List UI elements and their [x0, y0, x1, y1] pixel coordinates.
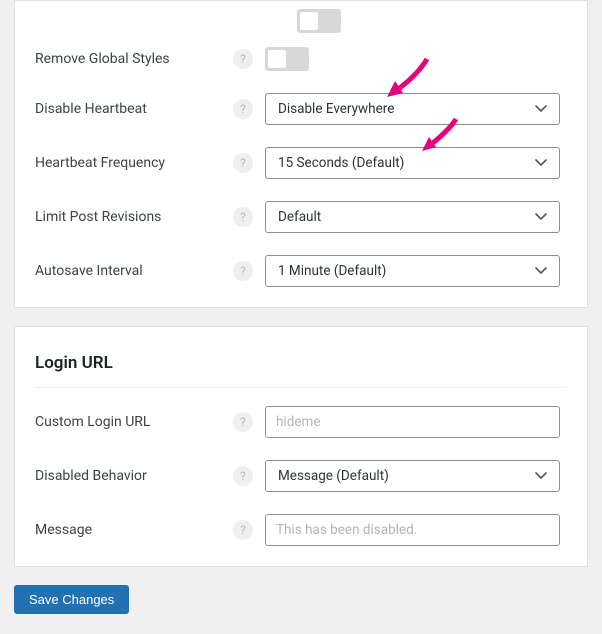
label-heartbeat-frequency: Heartbeat Frequency	[35, 155, 233, 171]
label-disabled-behavior: Disabled Behavior	[35, 468, 233, 484]
chevron-down-icon	[535, 469, 547, 483]
select-value: Disable Everywhere	[278, 101, 394, 117]
input-custom-login-url[interactable]	[265, 406, 560, 438]
help-icon[interactable]: ?	[233, 520, 253, 540]
toggle-knob	[268, 50, 286, 68]
row-disabled-behavior: Disabled Behavior ? Message (Default)	[35, 460, 567, 492]
toggle-knob	[300, 12, 318, 30]
label-message: Message	[35, 522, 233, 538]
label-custom-login-url: Custom Login URL	[35, 414, 233, 430]
section-title-login-url: Login URL	[35, 341, 567, 388]
help-icon[interactable]: ?	[233, 207, 253, 227]
help-icon[interactable]: ?	[233, 153, 253, 173]
settings-panel-general: ? Remove Global Styles ? Disable Heartbe…	[14, 0, 588, 308]
select-heartbeat-frequency[interactable]: 15 Seconds (Default)	[265, 147, 560, 179]
row-custom-login-url: Custom Login URL ?	[35, 406, 567, 438]
select-value: Default	[278, 209, 321, 225]
help-icon[interactable]: ?	[233, 261, 253, 281]
row-remove-global-styles: Remove Global Styles ?	[35, 47, 567, 71]
row-disable-heartbeat: Disable Heartbeat ? Disable Everywhere	[35, 93, 567, 125]
row-autosave-interval: Autosave Interval ? 1 Minute (Default)	[35, 255, 567, 287]
select-value: Message (Default)	[278, 468, 389, 484]
save-button[interactable]: Save Changes	[14, 585, 129, 614]
row-message: Message ?	[35, 514, 567, 546]
toggle-remove-global-styles[interactable]	[265, 47, 309, 71]
help-icon[interactable]: ?	[233, 49, 253, 69]
chevron-down-icon	[535, 102, 547, 116]
row-heartbeat-frequency: Heartbeat Frequency ? 15 Seconds (Defaul…	[35, 147, 567, 179]
chevron-down-icon	[535, 210, 547, 224]
label-autosave-interval: Autosave Interval	[35, 263, 233, 279]
select-autosave-interval[interactable]: 1 Minute (Default)	[265, 255, 560, 287]
row-limit-post-revisions: Limit Post Revisions ? Default	[35, 201, 567, 233]
settings-panel-login-url: Login URL Custom Login URL ? Disabled Be…	[14, 326, 588, 567]
help-icon[interactable]: ?	[233, 466, 253, 486]
partial-top-row: ?	[35, 9, 567, 33]
label-remove-global-styles: Remove Global Styles	[35, 51, 233, 67]
help-icon[interactable]: ?	[233, 99, 253, 119]
select-disable-heartbeat[interactable]: Disable Everywhere	[265, 93, 560, 125]
select-limit-post-revisions[interactable]: Default	[265, 201, 560, 233]
select-value: 15 Seconds (Default)	[278, 155, 404, 171]
partial-top-toggle[interactable]	[297, 9, 341, 33]
chevron-down-icon	[535, 156, 547, 170]
chevron-down-icon	[535, 264, 547, 278]
label-limit-post-revisions: Limit Post Revisions	[35, 209, 233, 225]
input-message[interactable]	[265, 514, 560, 546]
select-disabled-behavior[interactable]: Message (Default)	[265, 460, 560, 492]
help-icon[interactable]: ?	[233, 412, 253, 432]
select-value: 1 Minute (Default)	[278, 263, 386, 279]
label-disable-heartbeat: Disable Heartbeat	[35, 101, 233, 117]
